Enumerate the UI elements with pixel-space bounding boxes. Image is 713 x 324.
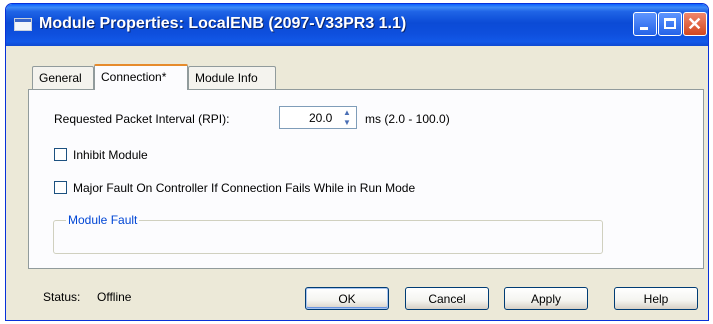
close-button[interactable]: ✕: [683, 12, 707, 36]
chevron-up-icon[interactable]: ▲: [340, 108, 354, 117]
help-button[interactable]: Help: [614, 287, 698, 310]
rpi-label: Requested Packet Interval (RPI):: [54, 112, 230, 126]
window-title: Module Properties: LocalENB (2097-V33PR3…: [39, 15, 407, 32]
status-value: Offline: [97, 290, 132, 304]
connection-tab-panel: Requested Packet Interval (RPI): 20.0 ▲ …: [28, 89, 704, 269]
rpi-spinner[interactable]: 20.0 ▲ ▼: [279, 106, 357, 129]
major-fault-checkbox[interactable]: [54, 181, 67, 194]
chevron-down-icon[interactable]: ▼: [340, 118, 354, 127]
module-fault-group: Module Fault: [53, 213, 603, 254]
title-bar[interactable]: Module Properties: LocalENB (2097-V33PR3…: [6, 4, 708, 46]
tab-module-info[interactable]: Module Info: [188, 66, 276, 89]
maximize-icon: [664, 18, 676, 29]
major-fault-label: Major Fault On Controller If Connection …: [73, 181, 416, 195]
rpi-spin-buttons[interactable]: ▲ ▼: [340, 108, 354, 127]
rpi-range-label: ms (2.0 - 100.0): [365, 112, 450, 126]
window-icon: [14, 18, 32, 31]
rpi-value[interactable]: 20.0: [309, 111, 332, 125]
tab-general[interactable]: General: [32, 66, 94, 89]
tab-connection[interactable]: Connection*: [94, 64, 188, 90]
status-label: Status:: [43, 290, 81, 304]
maximize-button[interactable]: [658, 12, 682, 36]
cancel-button[interactable]: Cancel: [405, 287, 489, 310]
module-properties-dialog: Module Properties: LocalENB (2097-V33PR3…: [5, 3, 709, 321]
minimize-button[interactable]: [633, 12, 657, 36]
apply-button[interactable]: Apply: [504, 287, 588, 310]
module-fault-title: Module Fault: [66, 213, 140, 227]
inhibit-module-checkbox[interactable]: [54, 148, 67, 161]
close-icon: ✕: [687, 14, 703, 34]
minimize-icon: [640, 27, 648, 30]
ok-button[interactable]: OK: [305, 287, 389, 310]
inhibit-module-label: Inhibit Module: [73, 148, 148, 162]
